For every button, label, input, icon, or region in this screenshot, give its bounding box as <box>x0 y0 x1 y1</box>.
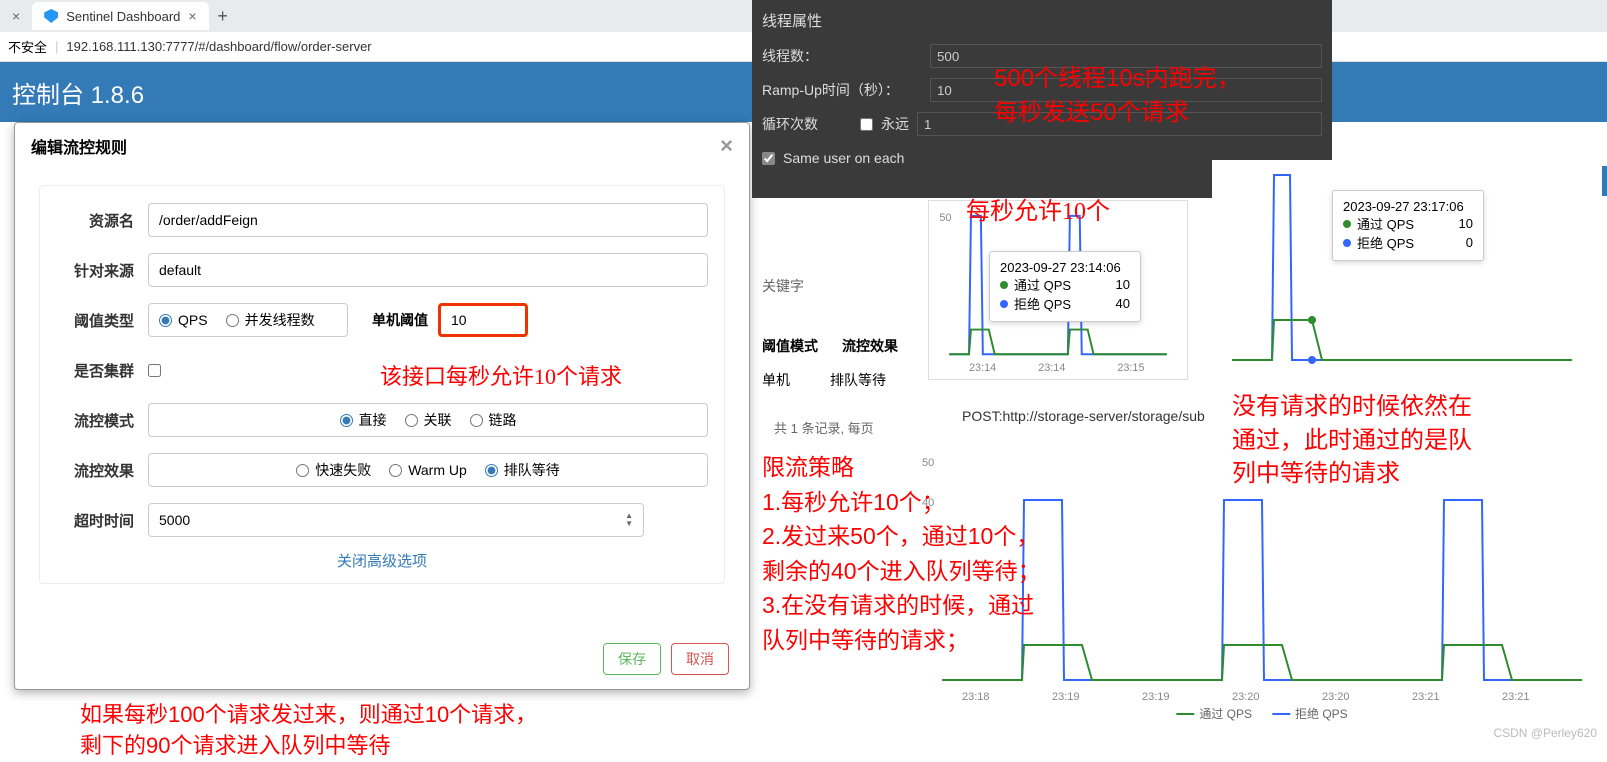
close-icon[interactable]: × <box>12 8 20 24</box>
dialog-title: 编辑流控规则 <box>31 134 127 158</box>
svg-text:23:19: 23:19 <box>1052 691 1080 703</box>
big-chart: 50 40 23:18 23:19 23:19 23:20 23:20 23:2… <box>922 440 1602 720</box>
label-source: 针对来源 <box>56 260 148 281</box>
table-header: 阈值模式流控效果 <box>762 336 922 356</box>
label-loop: 循环次数 <box>762 114 852 134</box>
label-resource: 资源名 <box>56 210 148 231</box>
keyword-label: 关键字 <box>762 276 804 296</box>
label-rampup: Ramp-Up时间（秒）： <box>762 80 922 100</box>
close-icon[interactable]: × <box>720 133 733 159</box>
pagination-text: 共 1 条记录, 每页 <box>774 418 874 437</box>
mini-chart-2: 2023-09-27 23:17:06 通过 QPS10 拒绝 QPS0 <box>1212 160 1602 388</box>
label-cluster: 是否集群 <box>56 360 148 381</box>
rampup-input[interactable] <box>930 78 1322 102</box>
close-icon[interactable]: × <box>188 8 196 24</box>
tab-active[interactable]: Sentinel Dashboard × <box>32 2 208 30</box>
svg-text:23:20: 23:20 <box>1232 691 1260 703</box>
radio-queue[interactable]: 排队等待 <box>485 460 560 480</box>
radio-concurrent[interactable]: 并发线程数 <box>226 310 315 330</box>
radio-failfast[interactable]: 快速失败 <box>296 460 371 480</box>
radio-chain[interactable]: 链路 <box>470 410 517 430</box>
cancel-button[interactable]: 取消 <box>671 643 729 675</box>
mini-chart-1: 50 23:14 23:14 23:15 2023-09-27 23:14:06… <box>928 200 1188 380</box>
chart-tooltip: 2023-09-27 23:14:06 通过 QPS10 拒绝 QPS40 <box>989 251 1141 322</box>
chart-title-url: POST:http://storage-server/storage/sub <box>962 408 1205 424</box>
label-threads: 线程数： <box>762 46 922 66</box>
separator: | <box>55 39 58 54</box>
label-single-threshold: 单机阈值 <box>358 310 428 330</box>
radio-warmup[interactable]: Warm Up <box>389 462 467 478</box>
url-text[interactable]: 192.168.111.130:7777/#/dashboard/flow/or… <box>66 39 371 54</box>
jmeter-section-title: 线程属性 <box>762 10 1322 31</box>
svg-text:23:15: 23:15 <box>1117 362 1144 374</box>
svg-text:23:20: 23:20 <box>1322 691 1350 703</box>
svg-text:50: 50 <box>922 457 934 469</box>
svg-text:23:18: 23:18 <box>962 691 990 703</box>
same-user-checkbox[interactable] <box>762 152 775 165</box>
tab-title: Sentinel Dashboard <box>66 9 180 24</box>
label-threshold-type: 阈值类型 <box>56 310 148 331</box>
console-title: 控制台 1.8.6 <box>12 75 144 110</box>
radio-qps[interactable]: QPS <box>159 312 208 328</box>
forever-checkbox[interactable] <box>860 118 873 131</box>
new-tab-button[interactable]: + <box>209 6 237 27</box>
security-label: 不安全 <box>8 37 47 56</box>
svg-text:23:21: 23:21 <box>1502 691 1530 703</box>
watermark: CSDN @Perley620 <box>1493 726 1597 740</box>
source-input[interactable] <box>148 253 708 287</box>
chart-tooltip: 2023-09-27 23:17:06 通过 QPS10 拒绝 QPS0 <box>1332 190 1484 261</box>
cluster-checkbox[interactable] <box>148 364 161 377</box>
edit-flow-rule-dialog: 编辑流控规则 × 资源名 针对来源 阈值类型 QPS 并发线程数 单机阈值 <box>14 122 750 690</box>
svg-text:40: 40 <box>922 497 934 509</box>
radio-relate[interactable]: 关联 <box>405 410 452 430</box>
label-effect: 流控效果 <box>56 460 148 481</box>
label-same-user: Same user on each <box>783 150 904 166</box>
timeout-input[interactable]: 5000 ▲▼ <box>148 503 644 537</box>
table-row: 单机排队等待 <box>762 370 922 390</box>
svg-text:50: 50 <box>939 212 951 224</box>
chart-legend: 通过 QPS 拒绝 QPS <box>1176 705 1347 722</box>
annotation: 如果每秒100个请求发过来，则通过10个请求， 剩下的90个请求进入队列中等待 <box>80 700 537 762</box>
toggle-advanced-link[interactable]: 关闭高级选项 <box>56 550 708 571</box>
save-button[interactable]: 保存 <box>603 643 661 675</box>
tab-prev[interactable]: × <box>0 2 32 30</box>
threshold-input[interactable] <box>438 303 528 337</box>
radio-direct[interactable]: 直接 <box>340 410 387 430</box>
label-timeout: 超时时间 <box>56 510 148 531</box>
shield-icon <box>44 9 58 23</box>
label-mode: 流控模式 <box>56 410 148 431</box>
threads-input[interactable] <box>930 44 1322 68</box>
svg-text:23:21: 23:21 <box>1412 691 1440 703</box>
label-forever: 永远 <box>881 114 909 134</box>
resource-input[interactable] <box>148 203 708 237</box>
svg-text:23:14: 23:14 <box>969 362 996 374</box>
chart-area: 关键字 阈值模式流控效果 单机排队等待 共 1 条记录, 每页 50 23:14… <box>762 200 1607 744</box>
dialog-header: 编辑流控规则 × <box>15 123 749 169</box>
svg-text:23:14: 23:14 <box>1038 362 1065 374</box>
loop-input[interactable] <box>917 112 1322 136</box>
svg-text:23:19: 23:19 <box>1142 691 1170 703</box>
spinner-icon[interactable]: ▲▼ <box>625 512 633 528</box>
